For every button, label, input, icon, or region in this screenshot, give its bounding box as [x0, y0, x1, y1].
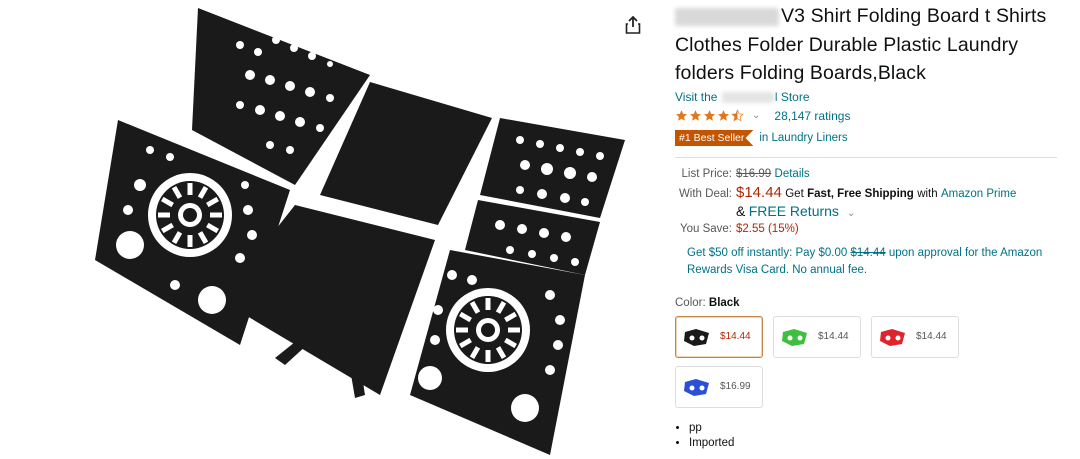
details-link[interactable]: Details: [775, 168, 810, 180]
store-suffix[interactable]: l Store: [775, 90, 810, 104]
color-selected: Black: [708, 296, 740, 309]
bullet-item: Imported: [689, 437, 1075, 449]
swatch-price: $16.99: [720, 381, 751, 392]
color-swatch-green[interactable]: $14.44: [773, 315, 861, 358]
swatch-price: $14.44: [720, 331, 751, 342]
list-price-label: List Price:: [681, 167, 733, 180]
half-star-icon: [731, 109, 744, 122]
blurred-brand: [675, 7, 779, 26]
board-thumbnail-icon: [684, 328, 709, 346]
best-seller-row: #1 Best Seller in Laundry Liners: [675, 130, 1075, 147]
you-save-row: You Save: $2.55 (15%): [675, 223, 1075, 235]
product-image[interactable]: [80, 0, 630, 459]
ratings-count-link[interactable]: 28,147 ratings: [774, 109, 850, 123]
best-seller-category-link[interactable]: in Laundry Liners: [759, 132, 847, 144]
color-swatch-blue[interactable]: $16.99: [675, 365, 763, 408]
star-icon: [676, 110, 687, 121]
promo-text-before[interactable]: Get $50 off instantly: Pay $0.00: [687, 247, 847, 259]
color-label: Color: Black: [675, 297, 1075, 309]
store-link[interactable]: Visit the l Store: [675, 90, 810, 104]
product-title: V3 Shirt Folding Board t Shirts Clothes …: [675, 0, 1075, 88]
price-table: List Price: $16.99 Details With Deal: $1…: [675, 166, 1075, 235]
swatch-price: $14.44: [916, 331, 947, 342]
shipping-with: with: [917, 187, 938, 200]
share-button[interactable]: [620, 12, 646, 38]
deal-price-row: With Deal: $14.44 Get Fast, Free Shippin…: [675, 184, 1075, 201]
you-save-label: You Save:: [679, 222, 732, 235]
prime-link[interactable]: Amazon Prime: [941, 188, 1016, 200]
star-icon: [718, 110, 729, 121]
best-seller-badge[interactable]: #1 Best Seller: [675, 130, 754, 146]
you-save-amount: $2.55 (15%): [736, 222, 799, 235]
product-details: V3 Shirt Folding Board t Shirts Clothes …: [675, 0, 1075, 452]
color-swatch-black[interactable]: $14.44: [675, 315, 763, 358]
promo-strike-price[interactable]: $14.44: [850, 247, 885, 259]
star-rating[interactable]: [675, 109, 744, 122]
product-image-area: [0, 0, 660, 459]
color-swatch-red[interactable]: $14.44: [871, 315, 959, 358]
rating-row: ⌄ 28,147 ratings: [675, 107, 1075, 125]
shipping-bold: Fast, Free Shipping: [807, 187, 914, 200]
free-returns-link[interactable]: FREE Returns: [749, 203, 839, 219]
blurred-store-name: [721, 91, 774, 103]
board-thumbnail-icon: [782, 328, 807, 346]
bullet-item: pp: [689, 422, 1075, 434]
swatch-price: $14.44: [818, 331, 849, 342]
color-label-text: Color:: [675, 296, 706, 309]
board-thumbnail-icon: [684, 378, 709, 396]
returns-row: & FREE Returns ⌄: [675, 203, 1075, 219]
divider: [675, 156, 1057, 158]
shipping-pre: Get: [785, 187, 804, 200]
with-deal-label: With Deal:: [678, 187, 732, 200]
returns-amp: &: [736, 202, 746, 219]
chevron-down-icon[interactable]: ⌄: [847, 208, 855, 219]
board-thumbnail-icon: [880, 328, 905, 346]
star-icon: [704, 110, 715, 121]
list-price: $16.99: [736, 167, 772, 180]
list-price-row: List Price: $16.99 Details: [675, 166, 1075, 180]
chevron-down-icon[interactable]: ⌄: [752, 110, 760, 121]
share-icon: [625, 16, 641, 34]
store-prefix[interactable]: Visit the: [675, 90, 717, 104]
deal-price: $14.44: [736, 183, 782, 201]
rewards-card-promo[interactable]: Get $50 off instantly: Pay $0.00 $14.44 …: [675, 245, 1045, 279]
star-icon: [690, 110, 701, 121]
color-swatches: $14.44 $14.44 $14.44 $16.99: [675, 315, 975, 408]
feature-bullets: pp Imported: [675, 422, 1075, 449]
